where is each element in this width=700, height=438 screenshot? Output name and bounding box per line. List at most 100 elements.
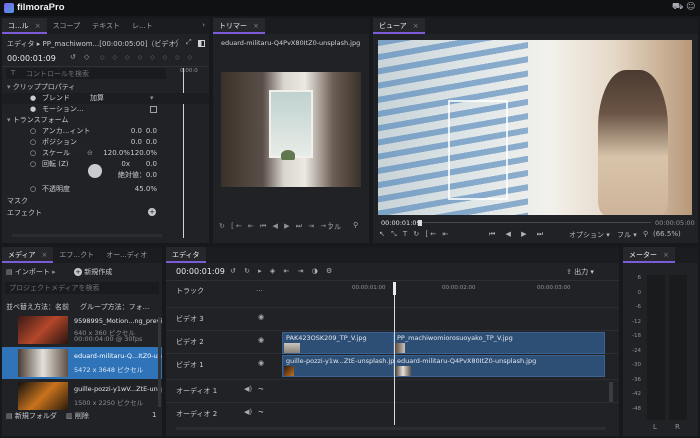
motion-row[interactable]: ● モーション... (2, 104, 209, 115)
close-icon[interactable]: × (35, 18, 41, 32)
close-icon[interactable]: × (42, 247, 48, 261)
tab-editor[interactable]: エディタ (166, 247, 206, 263)
new-folder-button[interactable]: ▤ 新規フォルダ (6, 411, 57, 421)
media-scrollbar[interactable] (158, 317, 161, 407)
media-search[interactable]: プロジェクトメディアを検索 (5, 282, 159, 294)
effects-row[interactable]: エフェクト (7, 208, 209, 219)
trimmer-transport[interactable]: ↻ [← ⇤ ⏮ ◀ ▶ ⏭ ⇥ →] (219, 222, 333, 231)
controls-hscroll[interactable] (12, 234, 162, 237)
scale-x[interactable]: 120.0% (100, 148, 130, 159)
viewer-scrub[interactable]: 00:00:01:09 00:00:05:00 (373, 218, 698, 228)
tab-trimmer[interactable]: トリマー × (213, 18, 265, 34)
clip-v2-b[interactable]: PP_machiwomiorosuoyako_TP_V.jpg (394, 332, 605, 354)
keyframe-toggle-icon[interactable]: ○ (30, 159, 36, 170)
scrub-handle[interactable] (418, 220, 422, 226)
split-icon[interactable] (198, 40, 205, 47)
timeline-playhead[interactable] (394, 295, 395, 425)
account-icon[interactable]: ☺ (686, 2, 695, 12)
scale-y[interactable]: 120.0% (127, 148, 157, 159)
more-icon[interactable]: … (256, 285, 263, 293)
viewer-full[interactable]: フル ▾ (617, 230, 637, 240)
opacity-row[interactable]: ○ 不透明度 45.0% (2, 184, 209, 195)
export-button[interactable]: ⇪ 出力 ▾ (566, 267, 594, 277)
viewer-options[interactable]: オプション ▾ (569, 230, 610, 240)
link-icon[interactable]: ⊖ (87, 148, 93, 159)
tab-layers[interactable]: レ...ト (126, 18, 159, 34)
opacity-value[interactable]: 45.0% (127, 184, 157, 195)
delete-button[interactable]: ▥ 削除 (66, 411, 89, 421)
editor-hscroll[interactable] (176, 427, 606, 430)
tab-text[interactable]: テキスト (86, 18, 126, 34)
anchor-y[interactable]: 0.0 (127, 126, 157, 137)
controls-search[interactable]: ⊤ コントロールを検索 (6, 68, 166, 79)
clip-v1-b[interactable]: eduard-militaru-Q4PvX80ItZ0-unsplash.jpg (394, 355, 605, 377)
add-effect-icon[interactable]: + (148, 208, 156, 216)
waveform-icon[interactable]: ⏦ (258, 385, 264, 394)
media-item-selected[interactable]: eduard-militaru-Q...ItZ0-unsplash.jpg 54… (2, 347, 162, 379)
cart-icon[interactable]: ⛟ (672, 2, 683, 13)
keyframe-icon[interactable]: ◇ (84, 53, 89, 61)
keyframe-toggle-icon[interactable]: ○ (30, 184, 36, 195)
scale-row[interactable]: ○ スケール ⊖ 120.0% 120.0% (2, 148, 209, 159)
clip-props-header[interactable]: ▾ クリッププロパティ (7, 82, 209, 93)
speaker-icon[interactable]: ◀) (244, 408, 252, 416)
editor-timecode[interactable]: 00:00:01:09 (176, 267, 225, 276)
dropdown-icon[interactable]: ▾ (150, 93, 154, 104)
keyframe-toggle-icon[interactable]: ○ (30, 137, 36, 148)
keyframe-toggle-icon[interactable]: ○ (30, 126, 36, 137)
chevron-right-icon[interactable]: › (202, 21, 205, 29)
viewer-toolbar[interactable]: ↖ ⤡ T ↻ [← ⇤ (379, 230, 450, 239)
scrub-track[interactable] (421, 222, 651, 223)
viewer-canvas[interactable] (378, 40, 692, 215)
media-item[interactable]: 9598995_Motion...ng_preview 640 x 360 ピク… (2, 314, 162, 346)
close-icon[interactable]: × (413, 18, 419, 32)
close-icon[interactable]: × (663, 247, 669, 261)
keyframe-toggle-icon[interactable]: ○ (30, 148, 36, 159)
keyframe-nav[interactable]: ◇ ◇ ◇ ◇ ◇ ◇ ◇ ◇ (100, 54, 195, 61)
expand-icon[interactable]: ⤢ (186, 38, 192, 47)
position-y[interactable]: 0.0 (127, 137, 157, 148)
blend-row[interactable]: ● ブレンド 加算 ▾ (2, 93, 209, 104)
tab-media[interactable]: メディア × (2, 247, 54, 263)
blend-value[interactable]: 加算 (90, 93, 104, 104)
speaker-icon[interactable]: ◀) (244, 385, 252, 393)
playhead-marker[interactable] (393, 282, 396, 295)
meter-scale-label: -18 (632, 333, 641, 339)
search-icon[interactable]: ⚲ (353, 221, 358, 229)
mask-row[interactable]: マスク (7, 196, 209, 207)
sort-select[interactable]: 並べ替え方法：名前 (6, 302, 69, 312)
tab-viewer[interactable]: ビューア × (373, 18, 425, 34)
trimmer-fit[interactable]: フル (327, 222, 341, 232)
waveform-icon[interactable]: ⏦ (258, 408, 264, 417)
viewer-zoom[interactable]: (66.5%) (653, 230, 681, 238)
eye-icon[interactable]: ◉ (258, 336, 264, 344)
anchor-row[interactable]: ○ アンカ...ィント 0.0 0.0 (2, 126, 209, 137)
viewer-timecode[interactable]: 00:00:01:09 (381, 219, 421, 227)
eye-icon[interactable]: ◉ (258, 359, 264, 367)
clip-v2-a[interactable]: PAK423OSK209_TP_V.jpg (282, 332, 394, 354)
import-button[interactable]: ▤ インポート ▸ (6, 267, 56, 277)
transform-header[interactable]: ▾ トランスフォーム (7, 115, 209, 126)
zoom-icon[interactable]: ⚲ (643, 230, 648, 238)
group-select[interactable]: グループ方法：フォ... (80, 302, 149, 312)
close-icon[interactable]: × (253, 18, 259, 32)
editor-vscroll[interactable] (609, 382, 613, 402)
tab-effects[interactable]: エフ...クト (53, 247, 100, 263)
tab-scopes[interactable]: スコープ (47, 18, 87, 34)
tab-controls[interactable]: コ...ル × (2, 18, 47, 34)
media-item[interactable]: guille-pozzi-y1wV...ZtE-unsplash.jpg 150… (2, 380, 162, 412)
undo-icon[interactable]: ↺ (70, 53, 76, 61)
eye-icon[interactable]: ◉ (258, 313, 264, 321)
clip-v1-a[interactable]: guille-pozzi-y1w...ZtE-unsplash.jpg (282, 355, 399, 377)
timeline-ruler[interactable]: 00:00:01:00 00:00:02:00 00:00:03:00 (282, 283, 608, 295)
rotation-row[interactable]: ○ 回転 (Z) 0x 0.0 (2, 159, 209, 170)
tab-meter[interactable]: メーター × (623, 247, 675, 263)
editor-tools[interactable]: ↺ ↻ ▸ ◈ ⇤ ⇥ ◑ ⚙ (230, 267, 335, 275)
new-comp-button[interactable]: + 新規作成 (74, 267, 112, 277)
viewer-transport[interactable]: ⏮ ◀ ▶ ⏭ (489, 230, 547, 239)
position-row[interactable]: ○ ポジション 0.0 0.0 (2, 137, 209, 148)
rotation-deg[interactable]: 0.0 (127, 159, 157, 170)
graph-icon[interactable]: ⟋ (174, 38, 179, 47)
motion-checkbox[interactable] (150, 106, 157, 113)
tab-audio[interactable]: オー...ディオ (100, 247, 153, 263)
